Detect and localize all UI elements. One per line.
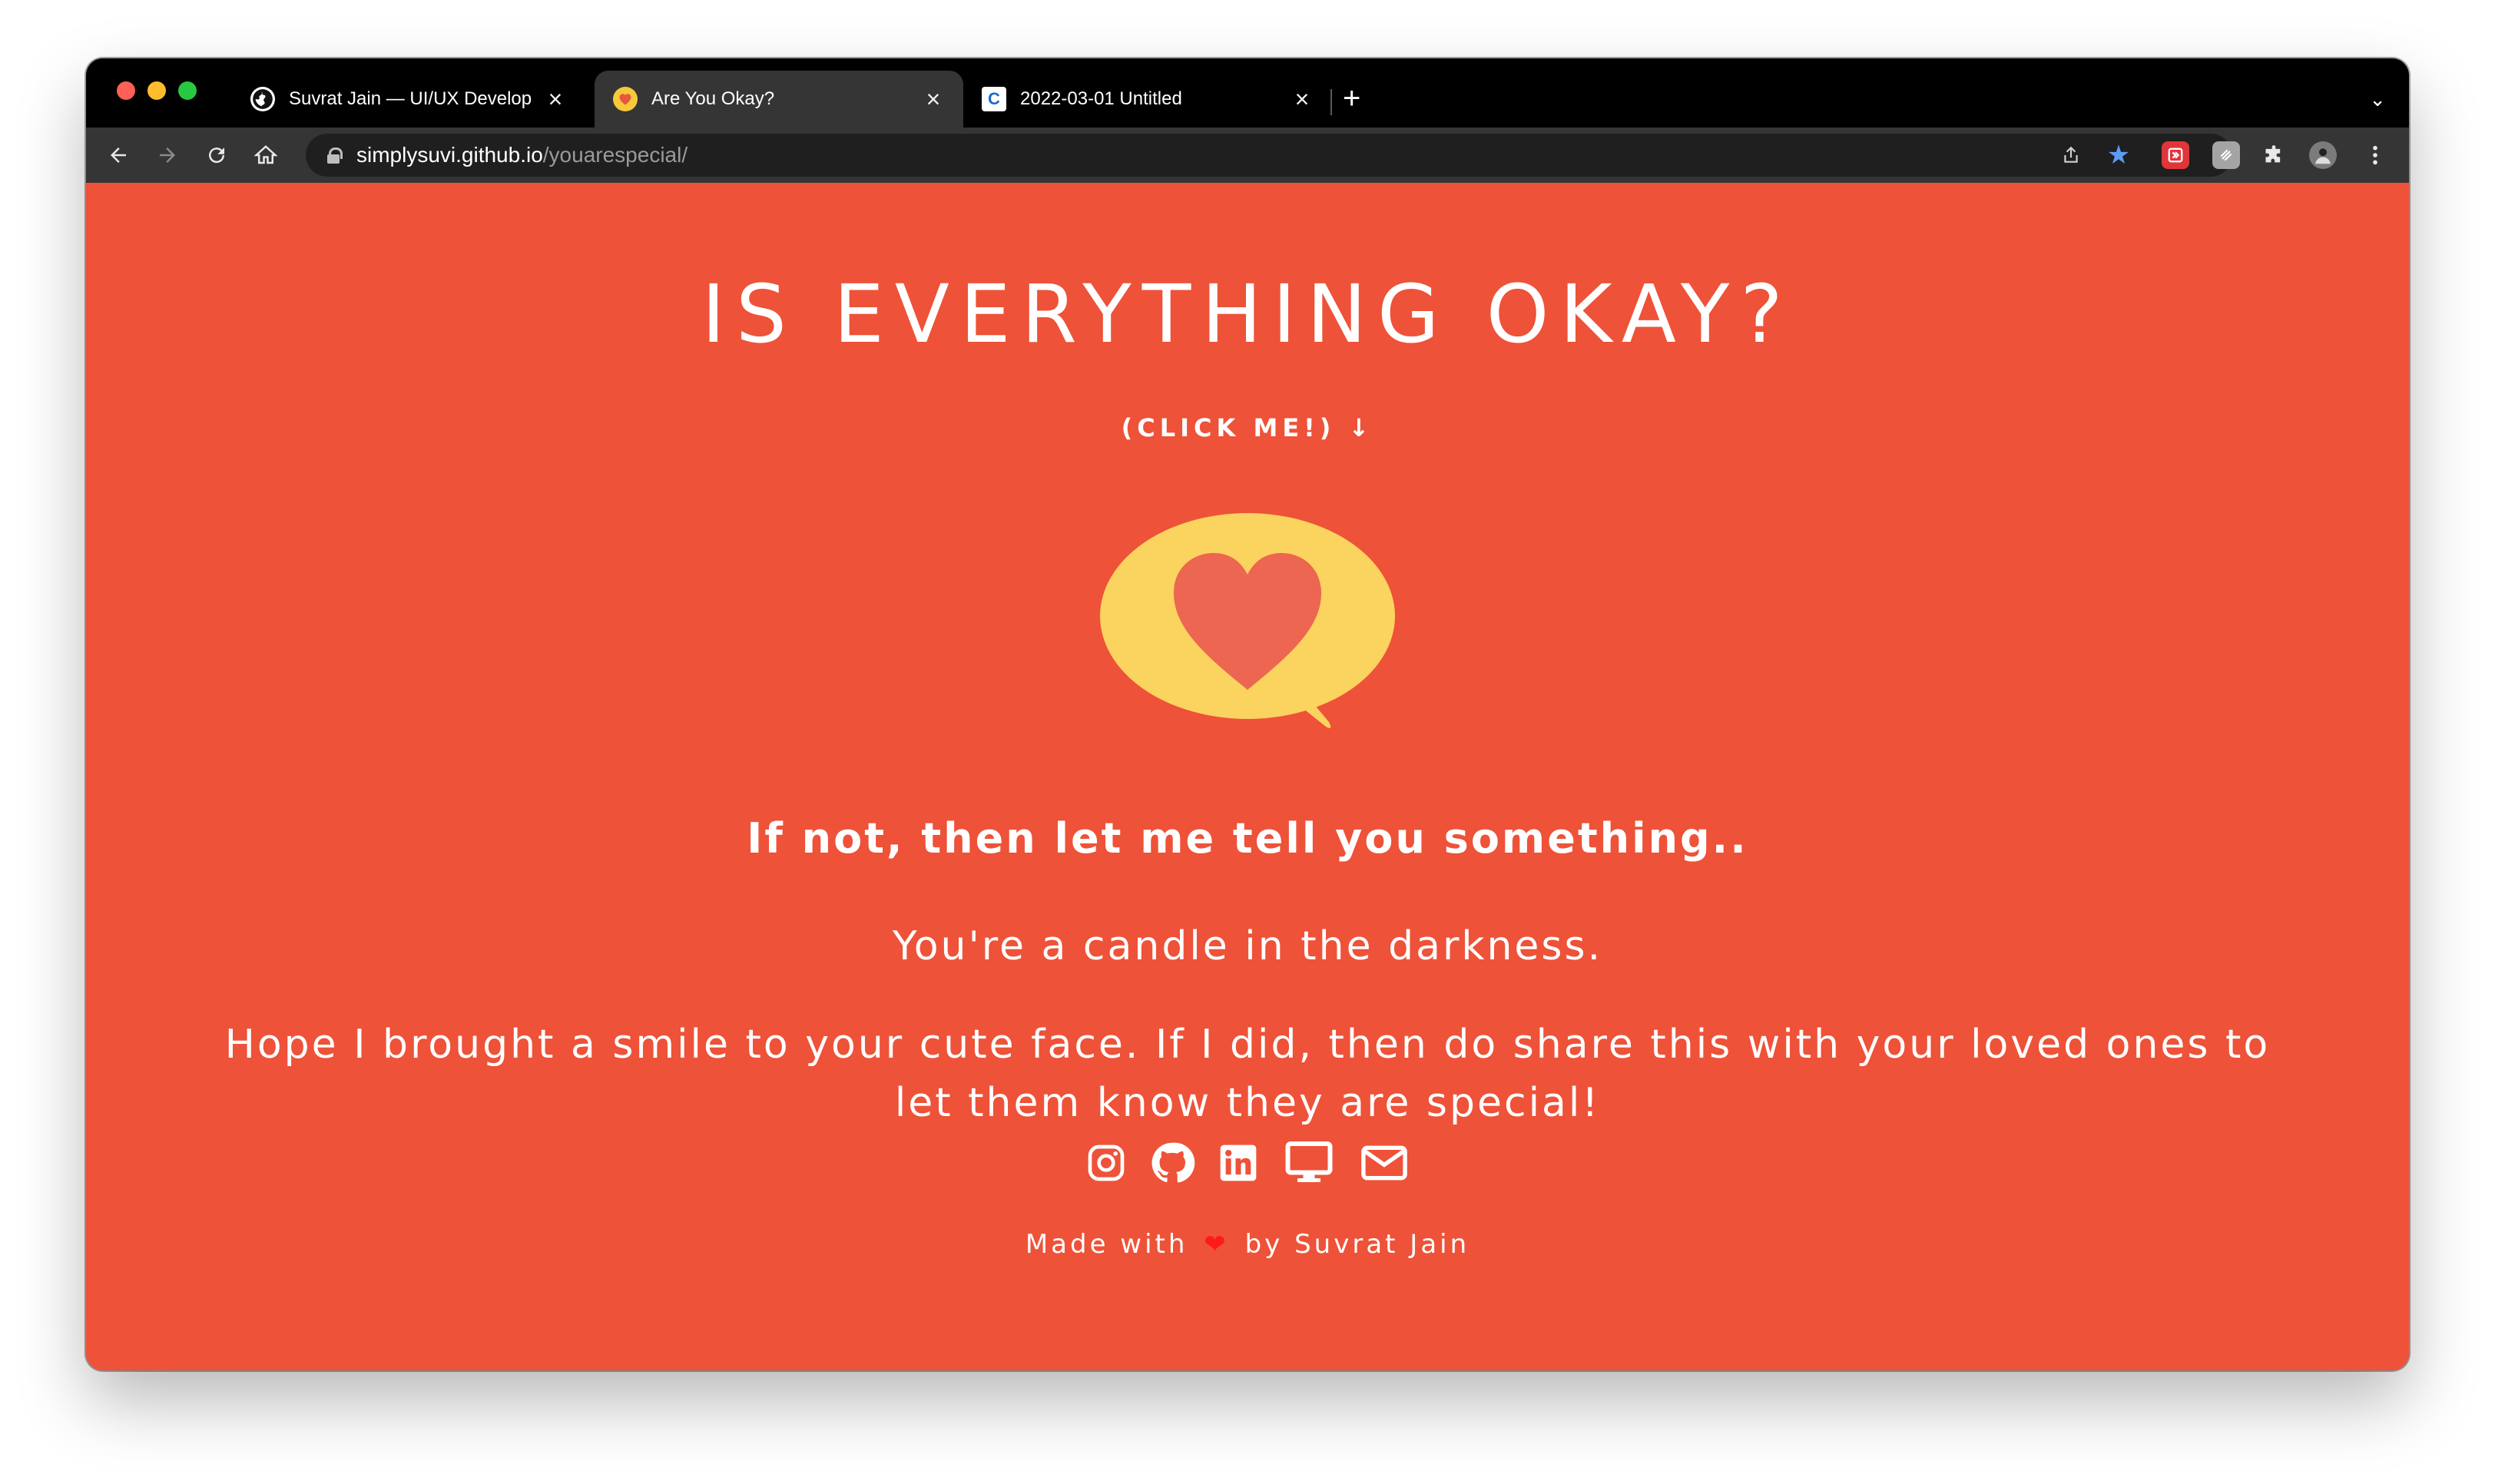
forward-button[interactable] (151, 138, 184, 172)
address-bar[interactable]: simplysuvi.github.io/youarespecial/ (306, 134, 2232, 177)
candle-message: You're a candle in the darkness. (892, 923, 1603, 969)
tab-suvrat-jain[interactable]: Suvrat Jain — UI/UX Developer × (232, 71, 585, 128)
instagram-icon[interactable] (1083, 1140, 1129, 1186)
profile-avatar[interactable] (2309, 141, 2337, 169)
tab-are-you-okay[interactable]: Are You Okay? × (595, 71, 963, 128)
window-controls (117, 81, 197, 100)
reload-button[interactable] (200, 138, 234, 172)
lock-icon[interactable] (327, 147, 343, 164)
page-title: IS EVERYTHING OKAY? (701, 267, 1794, 361)
share-icon (2064, 146, 2078, 163)
new-tab-button[interactable]: + (1343, 83, 1360, 114)
footer-prefix: Made with (1025, 1229, 1188, 1260)
social-links (86, 1140, 2409, 1186)
browser-window: Suvrat Jain — UI/UX Developer × Are You … (86, 58, 2409, 1370)
user-icon (2315, 148, 2331, 164)
extensions-puzzle-icon[interactable] (2257, 138, 2291, 172)
footer-credit: Made with ❤ by Suvrat Jain (86, 1229, 2409, 1260)
close-window-button[interactable] (117, 81, 135, 100)
arrow-left-icon (111, 147, 126, 163)
minimize-window-button[interactable] (147, 81, 166, 100)
globe-icon (250, 87, 275, 111)
heart-icon (613, 87, 638, 111)
tab-title: Are You Okay? (651, 88, 775, 109)
github-icon[interactable] (1149, 1140, 1195, 1186)
zoom-window-button[interactable] (178, 81, 197, 100)
close-tab-icon[interactable]: × (544, 85, 567, 113)
love-heart-icon: ❤ (1204, 1229, 1229, 1260)
mail-icon[interactable] (1357, 1140, 1412, 1186)
arrow-right-icon (160, 147, 175, 163)
url-host: simplysuvi.github.io (356, 143, 543, 167)
bookmark-star-icon[interactable]: ★ (2102, 138, 2135, 172)
tab-separator (1330, 89, 1332, 115)
share-button[interactable] (2054, 138, 2088, 172)
home-icon (254, 145, 277, 164)
tab-untitled[interactable]: C 2022-03-01 Untitled × (963, 71, 1332, 128)
desktop-icon[interactable] (1281, 1140, 1337, 1186)
page-content: IS EVERYTHING OKAY? (CLICK ME!) ↓ If not… (86, 183, 2409, 1370)
browser-menu-button[interactable] (2358, 138, 2392, 172)
extension-red-icon[interactable] (2162, 141, 2189, 169)
linkedin-icon[interactable] (1215, 1140, 1261, 1186)
close-tab-icon[interactable]: × (922, 85, 945, 113)
close-tab-icon[interactable]: × (1291, 85, 1314, 113)
heart-speech-bubble[interactable] (1098, 513, 1398, 736)
hope-message: Hope I brought a smile to your cute face… (224, 1022, 2271, 1126)
tab-title: 2022-03-01 Untitled (1020, 88, 1182, 109)
browser-toolbar: simplysuvi.github.io/youarespecial/ ★ (86, 128, 2409, 183)
home-button[interactable] (249, 138, 283, 172)
c-icon: C (982, 87, 1006, 111)
tab-strip: Suvrat Jain — UI/UX Developer × Are You … (86, 58, 2409, 128)
back-button[interactable] (101, 138, 135, 172)
footer-suffix: by Suvrat Jain (1244, 1229, 1470, 1260)
click-me-prompt[interactable]: (CLICK ME!) ↓ (86, 413, 2409, 442)
reload-icon (209, 147, 225, 164)
lead-text: If not, then let me tell you something.. (747, 814, 1748, 863)
kebab-menu-icon (2373, 145, 2377, 165)
url-path: /youarespecial/ (542, 143, 688, 167)
tab-search-button[interactable]: ⌄ (2369, 88, 2386, 111)
tab-title: Suvrat Jain — UI/UX Developer (289, 88, 532, 109)
extension-grey-icon[interactable] (2212, 141, 2240, 169)
